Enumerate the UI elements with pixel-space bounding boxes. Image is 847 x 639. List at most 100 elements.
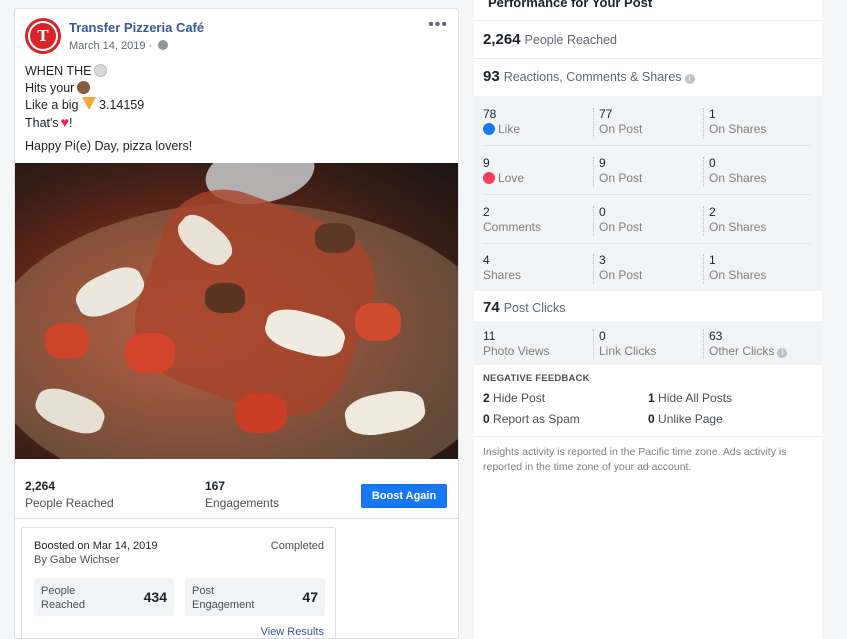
other-clicks-label: Other Clicks — [709, 344, 775, 358]
boost-summary-card: Boosted on Mar 14, 2019 By Gabe Wichser … — [21, 527, 336, 638]
unlike-page-value: 0 — [648, 412, 655, 426]
shares-on-post: 3 On Post — [599, 253, 642, 282]
post-card: T Transfer Pizzeria Café March 14, 2019 … — [14, 8, 459, 639]
comments-on-post: 0 On Post — [599, 205, 642, 234]
comments-on-shares-value: 2 — [709, 205, 716, 219]
performance-title: Performance for Your Post — [488, 0, 653, 10]
column-divider — [703, 329, 704, 359]
column-divider — [593, 329, 594, 359]
boost-by: By Gabe Wichser — [34, 554, 120, 566]
comments-on-post-label: On Post — [599, 220, 643, 234]
sausage-shape-2 — [315, 223, 355, 253]
eye-emoji-icon — [77, 81, 91, 94]
engagements-stat: 167 Engagements — [205, 479, 279, 510]
love-on-shares: 0 On Shares — [709, 156, 766, 185]
engagements-value: 167 — [205, 479, 226, 493]
reached-stat: 2,264 People Reached — [25, 479, 114, 510]
love-icon — [483, 172, 495, 184]
photo-views: 11 Photo Views — [483, 329, 550, 358]
hide-post-value: 2 — [483, 391, 490, 405]
info-icon[interactable]: i — [777, 348, 788, 358]
more-options-icon[interactable]: ••• — [428, 16, 448, 34]
boost-again-button[interactable]: Boost Again — [361, 484, 447, 508]
boost-reached-value: 434 — [143, 589, 167, 605]
post-date[interactable]: March 14, 2019 · — [69, 40, 152, 52]
love-on-shares-value: 0 — [709, 156, 716, 170]
negative-feedback-section: NEGATIVE FEEDBACK 2 Hide Post 1 Hide All… — [474, 365, 822, 437]
column-divider — [703, 157, 704, 187]
column-divider — [593, 157, 594, 187]
post-clicks-value: 74 — [483, 299, 500, 316]
rcs-value: 93 — [483, 68, 500, 85]
page-logo: T — [30, 23, 56, 49]
post-stats-row: 2,264 People Reached 167 Engagements Boo… — [15, 467, 458, 519]
report-spam-stat: 0 Report as Spam — [483, 412, 580, 426]
comments-total: 2 Comments — [483, 205, 541, 234]
row-divider — [483, 243, 811, 244]
boost-engagement-box: Post Engagement 47 — [185, 578, 325, 616]
love-on-post-value: 9 — [599, 156, 606, 170]
boost-engagement-label-2: Engagement — [192, 599, 255, 611]
link-clicks: 0 Link Clicks — [599, 329, 656, 358]
post-line-1: WHEN THE — [25, 63, 192, 80]
like-value: 78 — [483, 107, 497, 121]
moon-emoji-icon — [94, 64, 108, 77]
boost-title: Boosted on Mar 14, 2019 — [34, 540, 158, 552]
post-text: WHEN THE Hits your Like a big 3.14159 Th… — [25, 63, 192, 155]
like-label: Like — [498, 122, 521, 136]
engagements-label: Engagements — [205, 496, 280, 510]
love-label: Love — [498, 171, 525, 185]
boost-status: Completed — [270, 540, 324, 552]
post-text-hits: Hits your — [25, 81, 75, 95]
link-clicks-value: 0 — [599, 329, 606, 343]
boost-reached-label-2: Reached — [41, 599, 86, 611]
post-closing-line: Happy Pi(e) Day, pizza lovers! — [25, 139, 193, 153]
sausage-shape-1 — [205, 283, 245, 313]
shares-on-shares-value: 1 — [709, 253, 716, 267]
column-divider — [703, 206, 704, 236]
page-name-link[interactable]: Transfer Pizzeria Café — [69, 20, 204, 35]
page-avatar[interactable]: T — [25, 18, 61, 54]
column-divider — [703, 108, 704, 138]
like-total: 78 Like — [483, 107, 520, 136]
tomato-shape-3 — [235, 393, 287, 433]
photo-views-value: 11 — [483, 329, 496, 343]
clicks-breakdown: 11 Photo Views 0 Link Clicks 63 Other Click… — [474, 321, 822, 365]
shares-on-shares-label: On Shares — [709, 268, 767, 282]
rcs-section: 93 Reactions, Comments & Shares i — [474, 58, 822, 96]
post-text-pi: 3.14159 — [99, 98, 145, 112]
comments-on-post-value: 0 — [599, 205, 606, 219]
boost-engagement-label: Post Engagement — [192, 584, 254, 612]
like-on-post: 77 On Post — [599, 107, 642, 136]
love-total: 9 Love — [483, 156, 524, 185]
boost-reached-label: People Reached — [41, 584, 85, 612]
hide-post-label: Hide Post — [493, 391, 546, 405]
unlike-page-label: Unlike Page — [658, 412, 723, 426]
shares-label: Shares — [483, 268, 522, 282]
like-icon — [483, 123, 495, 135]
performance-panel: Performance for Your Post 2,264 People Re… — [474, 0, 822, 639]
rcs-line: 93 Reactions, Comments & Shares i — [483, 68, 695, 85]
reactions-breakdown: 78 Like 77 On Post 1 On Shares 9 Love 9 On Po… — [474, 96, 822, 291]
people-reached-value: 2,264 — [483, 31, 521, 48]
comments-value: 2 — [483, 205, 490, 219]
column-divider — [593, 254, 594, 284]
love-on-post-label: On Post — [599, 171, 643, 185]
view-results-link[interactable]: View Results — [261, 626, 324, 638]
column-divider — [593, 206, 594, 236]
like-on-shares-label: On Shares — [709, 122, 767, 136]
report-spam-label: Report as Spam — [493, 412, 580, 426]
pizza-photo[interactable] — [15, 163, 458, 459]
timezone-footnote: Insights activity is reported in the Pac… — [483, 446, 787, 473]
hide-post-stat: 2 Hide Post — [483, 391, 545, 405]
like-on-shares-value: 1 — [709, 107, 716, 121]
reached-value: 2,264 — [25, 479, 56, 493]
post-text-thats: That's — [25, 116, 59, 130]
boost-reached-label-1: People — [41, 585, 76, 597]
shares-on-post-value: 3 — [599, 253, 606, 267]
post-text-like: Like a big — [25, 98, 79, 112]
post-text-when: WHEN THE — [25, 64, 92, 78]
info-icon[interactable]: i — [684, 74, 695, 84]
post-clicks-section: 74 Post Clicks — [474, 291, 822, 321]
pizza-emoji-icon — [81, 97, 96, 110]
